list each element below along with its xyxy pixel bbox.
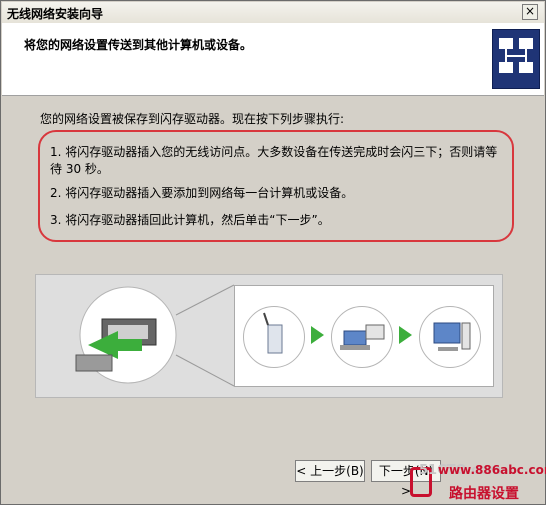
step-1: 1. 将闪存驱动器插入您的无线访问点。大多数设备在传送完成时会闪三下；否则请等待…	[50, 145, 498, 176]
close-button[interactable]: ×	[522, 4, 538, 20]
device-sequence	[234, 285, 494, 387]
back-button[interactable]: < 上一步(B)	[295, 460, 365, 482]
title-bar: 无线网络安装向导 ×	[2, 2, 544, 24]
wizard-window: 无线网络安装向导 × 将您的网络设置传送到其他计算机或设备。 您的网络设置被保存…	[0, 0, 546, 505]
page-title: 将您的网络设置传送到其他计算机或设备。	[24, 38, 253, 52]
arrow-right-icon	[399, 326, 412, 344]
step-2: 2. 将闪存驱动器插入要添加到网络每一台计算机或设备。	[50, 186, 354, 200]
step-3: 3. 将闪存驱动器插回此计算机，然后单击“下一步”。	[50, 213, 330, 227]
wizard-header: 将您的网络设置传送到其他计算机或设备。	[2, 23, 544, 96]
watermark-url: www.886abc.com	[438, 463, 546, 477]
desktop-computer-icon	[419, 306, 481, 368]
laptop-printer-icon	[331, 306, 393, 368]
instructions-intro: 您的网络设置被保存到闪存驱动器。现在按下列步骤执行:	[40, 112, 345, 126]
transfer-illustration	[35, 274, 503, 398]
wireless-access-point-icon	[243, 306, 305, 368]
wizard-body: 您的网络设置被保存到闪存驱动器。现在按下列步骤执行: 1. 将闪存驱动器插入您的…	[2, 96, 544, 498]
arrow-right-icon	[311, 326, 324, 344]
network-computers-icon	[492, 29, 540, 89]
watermark-brand: 路由器设置	[449, 486, 519, 502]
window-title: 无线网络安装向导	[7, 7, 104, 21]
